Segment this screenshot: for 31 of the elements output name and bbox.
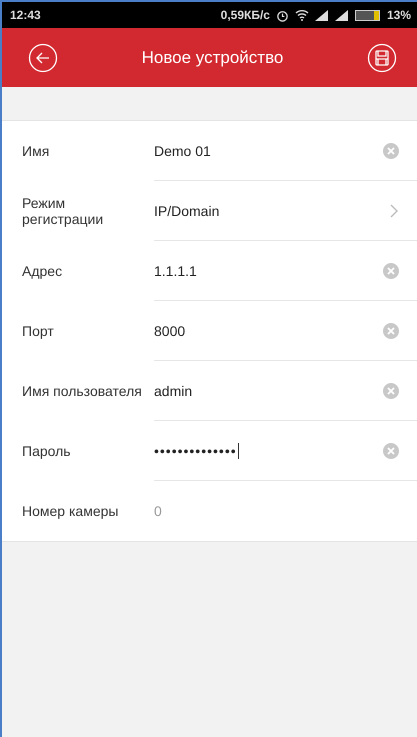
field-label: Имя пользователя — [21, 382, 142, 400]
signal-icon — [334, 10, 349, 20]
battery-icon — [354, 10, 381, 20]
battery-level: 13% — [386, 8, 411, 22]
chevron-right-icon — [390, 204, 399, 218]
field-label: Имя — [21, 142, 50, 160]
input-field[interactable]: •••••••••••••• — [154, 442, 239, 458]
input-field[interactable]: admin — [154, 382, 192, 398]
network-speed: 0,59КБ/с — [220, 8, 270, 22]
signal-icon — [314, 10, 329, 20]
input-field[interactable]: 1.1.1.1 — [154, 262, 197, 278]
input-field[interactable]: 8000 — [154, 322, 186, 338]
field-label: Номер камеры — [21, 502, 120, 520]
field-label: Порт — [21, 322, 55, 340]
clear-icon[interactable] — [383, 262, 399, 278]
select-value[interactable]: IP/Domain — [154, 202, 220, 218]
field-label: Пароль — [21, 442, 72, 460]
save-button[interactable] — [366, 42, 397, 72]
alarm-icon — [276, 8, 289, 22]
clear-icon[interactable] — [383, 322, 399, 338]
input-field[interactable]: Demo 01 — [154, 142, 211, 158]
clear-icon[interactable] — [383, 382, 399, 398]
clock: 12:43 — [10, 8, 41, 22]
field-label: Режим регистрации — [21, 194, 104, 228]
back-button[interactable] — [28, 42, 58, 72]
field-value: 0 — [154, 503, 162, 519]
wifi-icon — [294, 9, 309, 21]
clear-icon[interactable] — [383, 442, 399, 458]
page-title: Новое устройство — [142, 48, 284, 68]
field-label: Адрес — [21, 262, 64, 280]
clear-icon[interactable] — [383, 142, 399, 158]
